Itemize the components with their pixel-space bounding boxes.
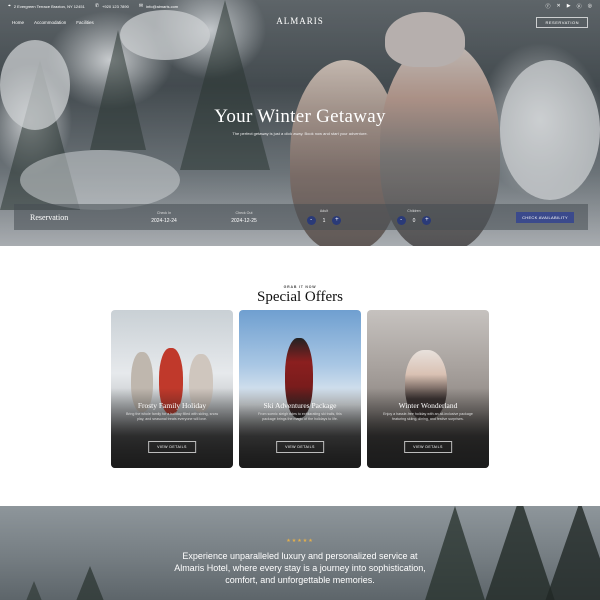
email-text: info@almaris.com (146, 3, 179, 9)
topbar: ⌖ 2 Evergreen Terrace Braxton, NY 12451 ✆… (0, 0, 600, 12)
adult-increment-button[interactable]: + (332, 216, 342, 225)
adult-stepper: - 1 + (284, 216, 364, 225)
offer-card[interactable]: Ski Adventures Package From scenic sleig… (239, 310, 361, 468)
offer-title: Winter Wonderland (398, 401, 458, 410)
social-links: ⓕ ✕ ▶ ⓟ ◎ (546, 3, 592, 10)
check-in-field[interactable]: Check In 2024-12-24 (124, 211, 204, 224)
offer-card[interactable]: Winter Wonderland Enjoy a hassle-free ho… (367, 310, 489, 468)
children-stepper: - 0 + (374, 216, 454, 225)
adult-label: Adult (319, 209, 329, 213)
tree-decoration (20, 581, 48, 600)
topbar-email[interactable]: ✉ info@almaris.com (139, 3, 178, 9)
pinterest-icon[interactable]: ⓟ (577, 3, 582, 10)
instagram-icon[interactable]: ◎ (588, 3, 592, 10)
offer-title: Frosty Family Holiday (137, 401, 207, 410)
site-logo[interactable]: ALMARIS (0, 16, 600, 26)
offer-description: Bring the whole family for a holiday fil… (125, 412, 219, 422)
check-out-label: Check Out (235, 210, 253, 215)
topbar-address: ⌖ 2 Evergreen Terrace Braxton, NY 12451 (8, 3, 85, 9)
tree-decoration (70, 566, 110, 600)
phone-text: +920 123 7890 (102, 3, 129, 9)
offer-description: Enjoy a hassle-free holiday with an all-… (383, 412, 473, 422)
check-availability-button[interactable]: CHECK AVAILABILITY (516, 211, 574, 223)
offer-card-shade (239, 388, 361, 468)
check-out-field[interactable]: Check Out 2024-12-25 (204, 211, 284, 224)
facebook-icon[interactable]: ⓕ (546, 3, 551, 10)
offer-card-shade (367, 388, 489, 468)
children-count: 0 (412, 217, 416, 224)
reservation-bar: Reservation Check In 2024-12-24 Check Ou… (14, 204, 588, 230)
offers-title: Special Offers (257, 289, 343, 305)
adult-count: 1 (322, 217, 326, 224)
children-label: Children (407, 209, 421, 213)
check-in-value[interactable]: 2024-12-24 (124, 218, 204, 224)
mail-icon: ✉ (138, 3, 144, 9)
view-details-button[interactable]: VIEW DETAILS (404, 441, 452, 453)
location-icon: ⌖ (8, 3, 11, 9)
children-increment-button[interactable]: + (422, 216, 432, 225)
view-details-button[interactable]: VIEW DETAILS (276, 441, 324, 453)
offer-card-shade (111, 388, 233, 468)
rating-stars: ★★★★★ (286, 538, 314, 544)
view-details-button[interactable]: VIEW DETAILS (148, 441, 196, 453)
testimonial-quote: Experience unparalleled luxury and perso… (174, 551, 426, 585)
topbar-phone[interactable]: ✆ +920 123 7890 (95, 3, 129, 9)
offer-description: From scenic sleigh rides to exhilarating… (258, 412, 342, 422)
tree-decoration (540, 506, 600, 600)
hero-subtitle: The perfect getaway is just a click away… (232, 131, 368, 136)
reservation-label: Reservation (30, 212, 69, 222)
check-out-value[interactable]: 2024-12-25 (204, 218, 284, 224)
adult-field: Adult - 1 + (284, 209, 364, 225)
hero-title: Your Winter Getaway (214, 106, 386, 127)
check-in-label: Check In (156, 210, 172, 215)
offer-title: Ski Adventures Package (263, 401, 337, 410)
address-text: 2 Evergreen Terrace Braxton, NY 12451 (13, 3, 85, 9)
phone-icon: ✆ (94, 3, 100, 9)
youtube-icon[interactable]: ▶ (567, 3, 571, 10)
offer-card[interactable]: Frosty Family Holiday Bring the whole fa… (111, 310, 233, 468)
adult-decrement-button[interactable]: - (306, 216, 316, 225)
hero-section: ⌖ 2 Evergreen Terrace Braxton, NY 12451 ✆… (0, 0, 600, 246)
children-field: Children - 0 + (374, 209, 454, 225)
children-decrement-button[interactable]: - (396, 216, 406, 225)
x-icon[interactable]: ✕ (557, 3, 561, 10)
